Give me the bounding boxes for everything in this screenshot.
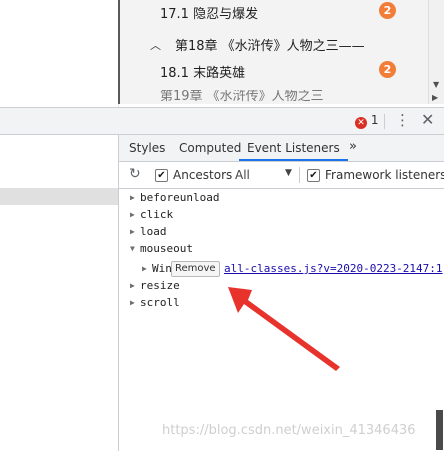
toc-item-badge: 2 [379, 2, 396, 19]
tab-styles[interactable]: Styles [129, 135, 165, 161]
page-left-area [0, 0, 119, 107]
watermark: https://blog.csdn.net/weixin_41346436 [162, 423, 416, 438]
expand-triangle-icon[interactable]: ▶ [130, 189, 135, 206]
sidebar-pane: Styles Computed Event Listeners » ↻ ✔ An… [119, 135, 444, 451]
toc-item-partial-label: 第19章 《水浒传》人物之三 [160, 90, 324, 104]
collapse-triangle-icon[interactable]: ▼ [130, 240, 135, 257]
vertical-scrollbar[interactable]: ▼ [428, 0, 444, 104]
more-options-icon[interactable]: ⋮ [395, 111, 410, 129]
listener-row[interactable]: ▶ Win Remove all-classes.js?v=2020-0223-… [119, 260, 444, 277]
expand-triangle-icon[interactable]: ▶ [130, 294, 135, 311]
elements-tree-pane[interactable] [0, 135, 118, 451]
devtools-panel: ✕ 1 ⋮ ✕ Styles Computed Event Listeners … [0, 107, 444, 451]
close-devtools-icon[interactable]: ✕ [421, 111, 434, 129]
chevron-up-icon[interactable]: ︿ [150, 37, 161, 53]
toc-item-badge: 2 [379, 61, 396, 78]
remove-listener-button[interactable]: Remove [171, 261, 220, 277]
toc-item[interactable]: 18.1 末路英雄 2 [120, 59, 430, 83]
toolbar-divider [299, 167, 300, 183]
selected-node-row[interactable] [0, 188, 118, 205]
expand-triangle-icon[interactable]: ▶ [142, 260, 147, 277]
error-counter[interactable]: ✕ 1 [355, 113, 378, 129]
event-name: scroll [140, 296, 180, 309]
event-name: click [140, 208, 174, 221]
toc-item[interactable]: 17.1 隐忍与爆发 2 [120, 0, 430, 24]
table-of-contents: 17.1 隐忍与爆发 2 ︿ 第18章 《水浒传》人物之三—— 18.1 末路英… [118, 0, 430, 104]
sidebar-tabs: Styles Computed Event Listeners » [119, 135, 444, 162]
tab-computed[interactable]: Computed [179, 135, 241, 161]
event-name: mouseout [140, 242, 193, 255]
toc-chapter[interactable]: ︿ 第18章 《水浒传》人物之三—— [120, 32, 430, 56]
ancestors-label: Ancestors [173, 168, 233, 182]
tab-event-listeners[interactable]: Event Listeners [239, 135, 348, 161]
error-count: 1 [370, 113, 379, 127]
listener-source-link[interactable]: all-classes.js?v=2020-0223-2147:1 [224, 260, 443, 277]
toc-item-partial: 第19章 《水浒传》人物之三 [160, 90, 410, 104]
listener-target: Win [152, 262, 172, 275]
event-name: load [140, 225, 167, 238]
expand-triangle-icon[interactable]: ▶ [130, 223, 135, 240]
expand-triangle-icon[interactable]: ▶ [130, 277, 135, 294]
refresh-icon[interactable]: ↻ [129, 166, 141, 182]
devtools-top-bar: ✕ 1 ⋮ ✕ [0, 108, 444, 135]
event-listeners-toolbar: ↻ ✔ Ancestors All ▼ ✔ Framework listener… [119, 162, 444, 189]
scroll-down-arrow-icon[interactable]: ▼ [433, 80, 439, 89]
toc-chapter-label: 第18章 《水浒传》人物之三—— [175, 39, 365, 54]
more-tabs-icon[interactable]: » [349, 135, 357, 159]
ancestors-checkbox[interactable]: ✔ [155, 169, 168, 182]
listener-filter-select[interactable]: All [235, 168, 250, 182]
framework-listeners-label: Framework listeners [325, 168, 444, 182]
event-name: beforeunload [140, 191, 220, 204]
toolbar-divider [384, 114, 385, 129]
dropdown-caret-icon[interactable]: ▼ [285, 168, 292, 178]
error-icon: ✕ [355, 117, 367, 129]
toc-item-label: 17.1 隐忍与爆发 [160, 7, 259, 22]
toc-item-label: 18.1 末路英雄 [160, 66, 246, 81]
scroll-right-arrow-icon[interactable]: ▶ [432, 93, 438, 102]
page-content: 17.1 隐忍与爆发 2 ︿ 第18章 《水浒传》人物之三—— 18.1 末路英… [0, 0, 444, 107]
event-name: resize [140, 279, 180, 292]
expand-triangle-icon[interactable]: ▶ [130, 206, 135, 223]
scrollbar-thumb[interactable] [436, 410, 443, 450]
framework-listeners-checkbox[interactable]: ✔ [307, 169, 320, 182]
